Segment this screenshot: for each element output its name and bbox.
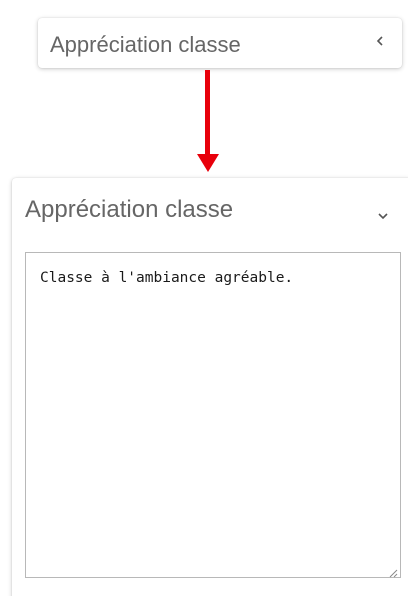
- appreciation-textarea[interactable]: Classe à l'ambiance agréable.: [25, 252, 401, 578]
- expanded-panel-title: Appréciation classe: [25, 196, 234, 223]
- expanded-panel[interactable]: Appréciation classe Classe à l'ambiance …: [12, 178, 408, 596]
- arrow-down-icon: [196, 70, 220, 174]
- collapsed-panel[interactable]: Appréciation classe: [38, 18, 402, 68]
- resize-handle-icon[interactable]: [388, 565, 398, 578]
- chevron-left-icon[interactable]: [374, 34, 386, 48]
- collapsed-panel-title: Appréciation classe: [50, 32, 241, 57]
- chevron-down-icon[interactable]: [376, 208, 390, 220]
- appreciation-textarea-value: Classe à l'ambiance agréable.: [40, 270, 294, 286]
